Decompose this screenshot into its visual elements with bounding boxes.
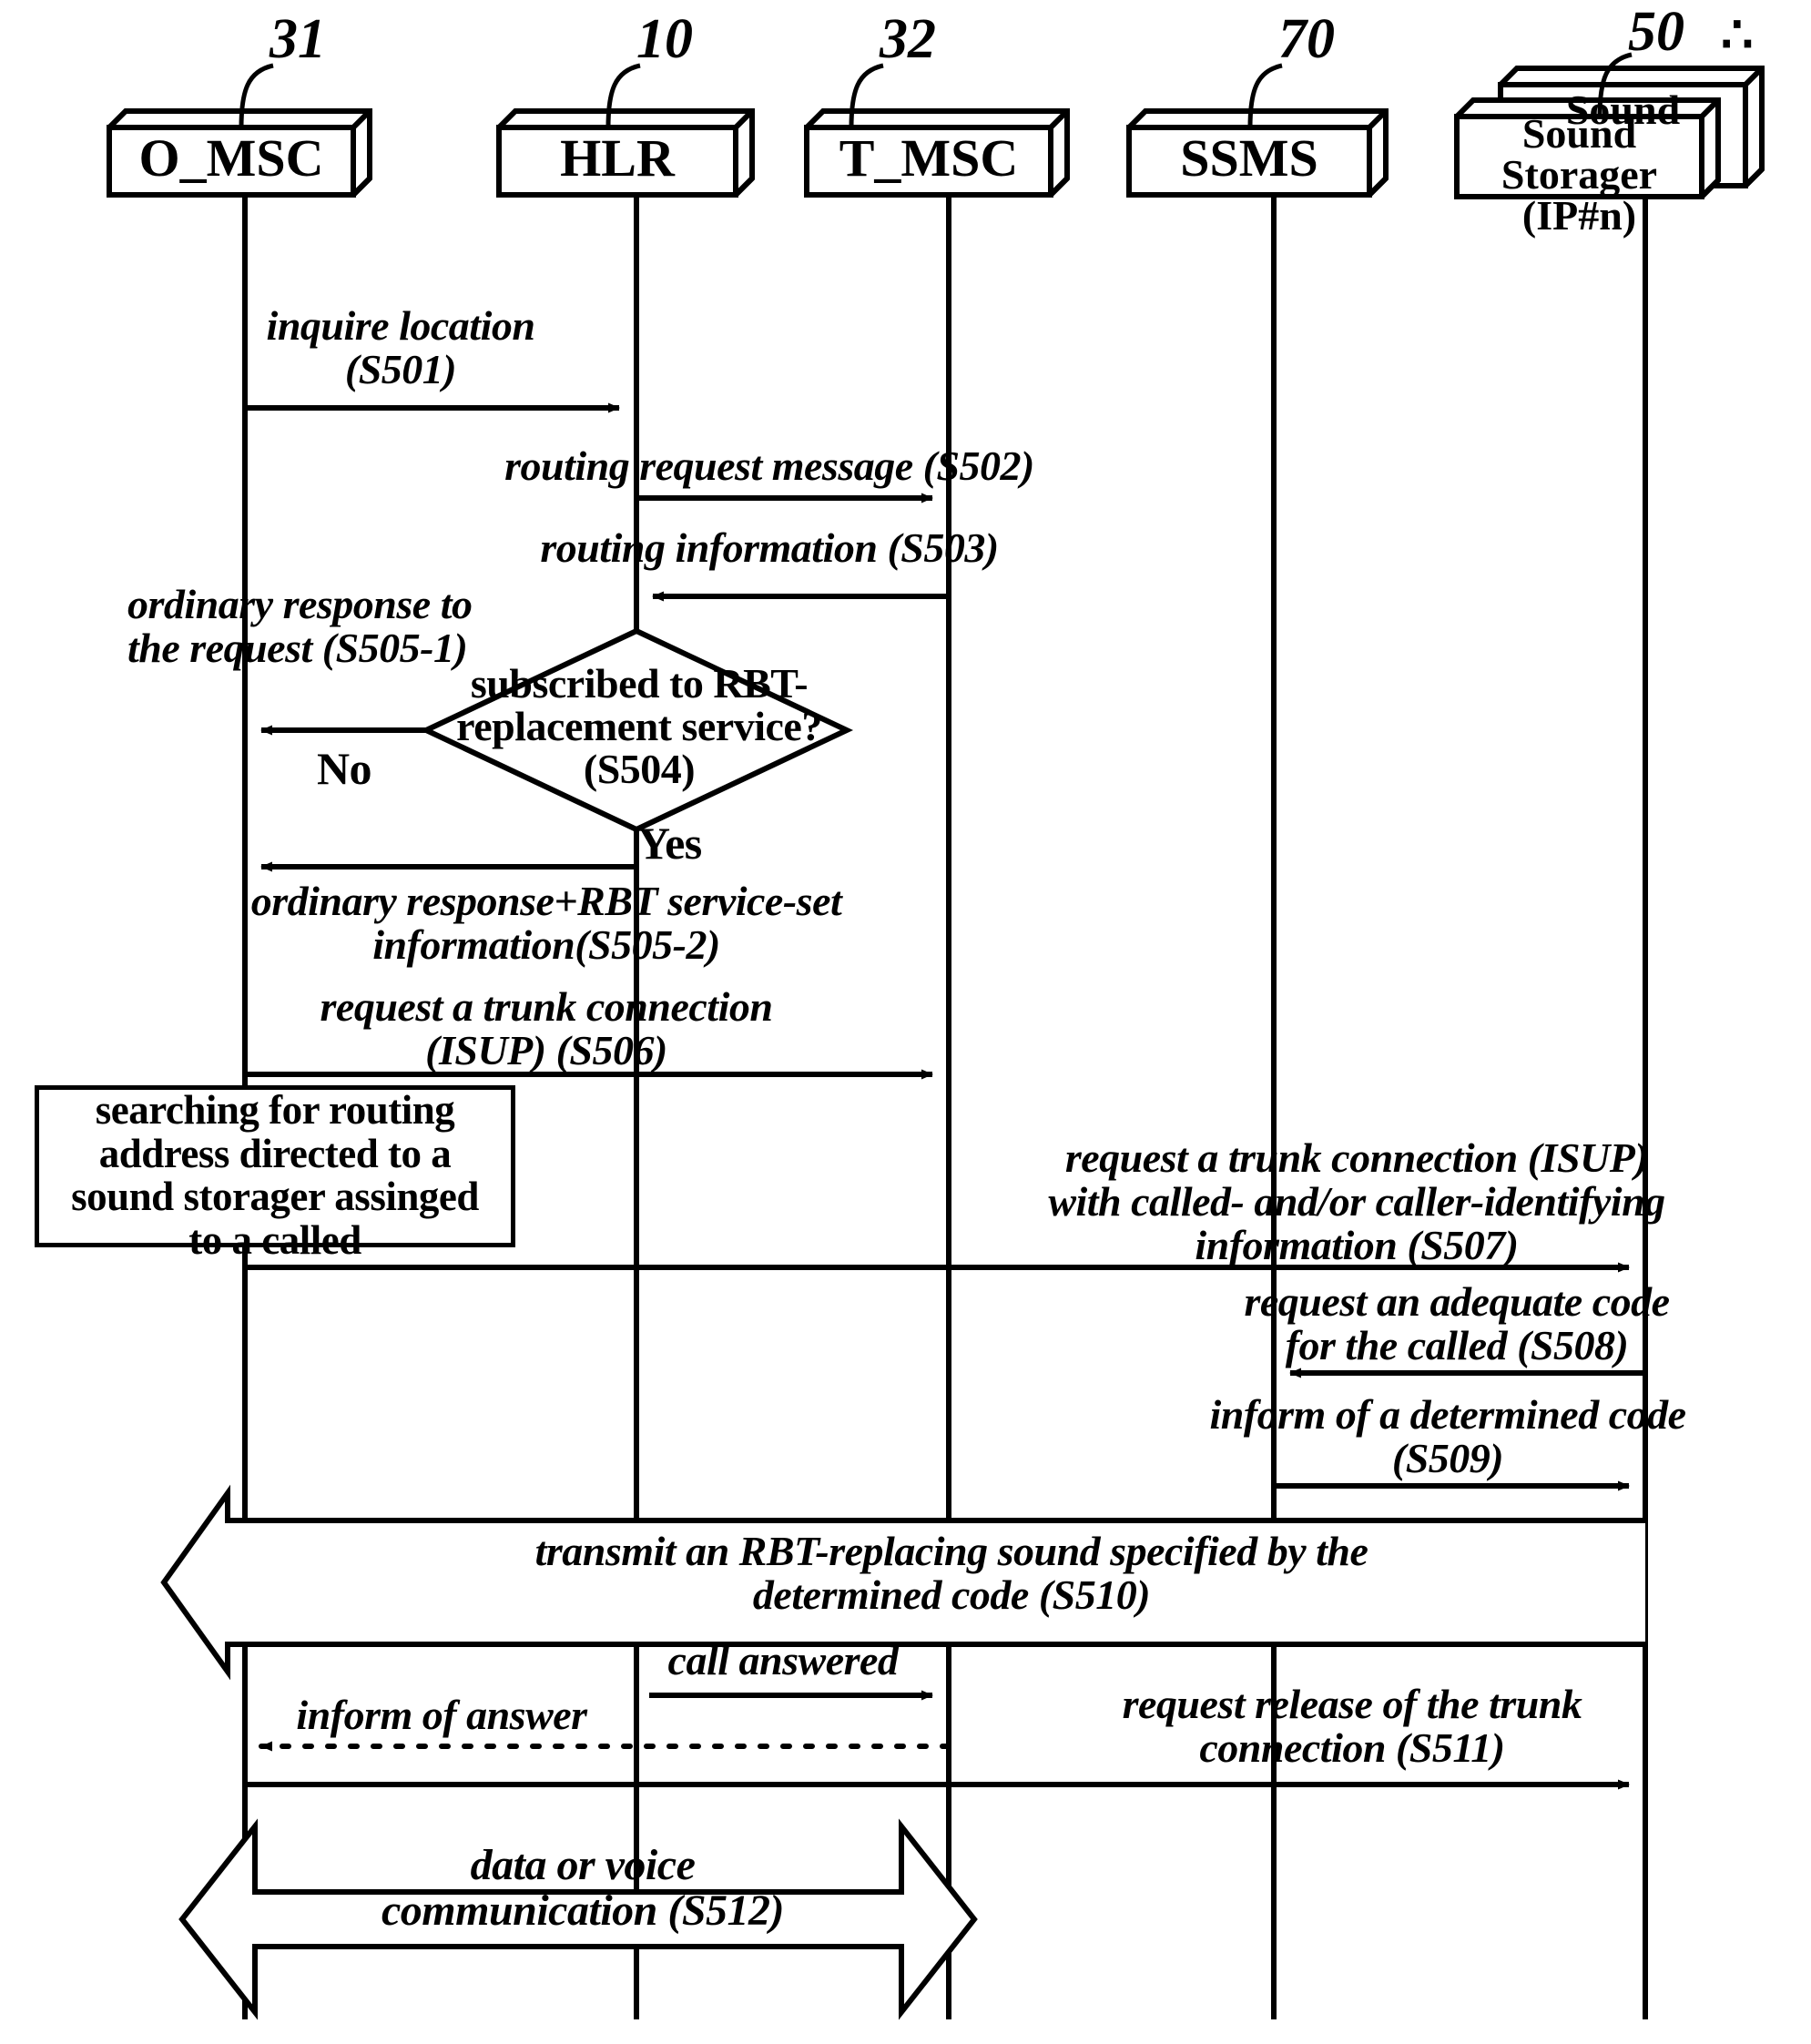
reference-numeral-10: 10 [636, 8, 693, 70]
node-label-ssms: SSMS [1180, 128, 1318, 188]
message-label-call-answered: call answered [667, 1637, 899, 1683]
message-label-S507: request a trunk connection (ISUP) with c… [1048, 1134, 1665, 1268]
reference-numeral-32: 32 [880, 8, 936, 70]
reference-numeral-50: 50 [1628, 1, 1684, 63]
process-box-label: searching for routing address directed t… [71, 1087, 479, 1264]
reference-numeral-31: 31 [270, 8, 326, 70]
message-label-S506: request a trunk connection (ISUP) (S506) [320, 983, 773, 1073]
decision-yes-path [260, 829, 639, 872]
decision-no-label: No [316, 743, 372, 794]
node-label-o_msc: O_MSC [138, 128, 324, 188]
node-label-hlr: HLR [560, 128, 675, 188]
message-label-S512: data or voice communication (S512) [381, 1841, 785, 1935]
message-label-S502: routing request message (S502) [504, 442, 1034, 489]
message-label-S509: inform of a determined code (S509) [1209, 1391, 1686, 1481]
node-label-t_msc: T_MSC [839, 128, 1019, 188]
decision-label-S504: subscribed to RBT- replacement service? … [456, 660, 822, 792]
reference-numeral-70: 70 [1278, 8, 1335, 70]
decision-yes-label: Yes [637, 818, 702, 869]
message-label-inform-of-answer: inform of answer [296, 1692, 587, 1738]
message-label-S508: request an adequate code for the called … [1244, 1278, 1670, 1368]
figure-canvas: 31 10 32 70 50 ∴ O_MSC HLR T_MSC SSMS So… [0, 0, 1811, 2044]
message-label-S510: transmit an RBT-replacing sound specifie… [534, 1528, 1368, 1618]
message-label-S511: request release of the trunk connection … [1122, 1681, 1582, 1771]
message-label-S501: inquire location (S501) [266, 302, 535, 392]
message-label-S503: routing information (S503) [540, 524, 999, 571]
ellipsis-mark: ∴ [1721, 7, 1754, 64]
message-label-S505-1: ordinary response to the request (S505-1… [127, 581, 473, 671]
node-label-storer: Sound Storager (IP#n) [1501, 110, 1658, 239]
message-label-S505-2: ordinary response+RBT service-set inform… [250, 878, 842, 968]
